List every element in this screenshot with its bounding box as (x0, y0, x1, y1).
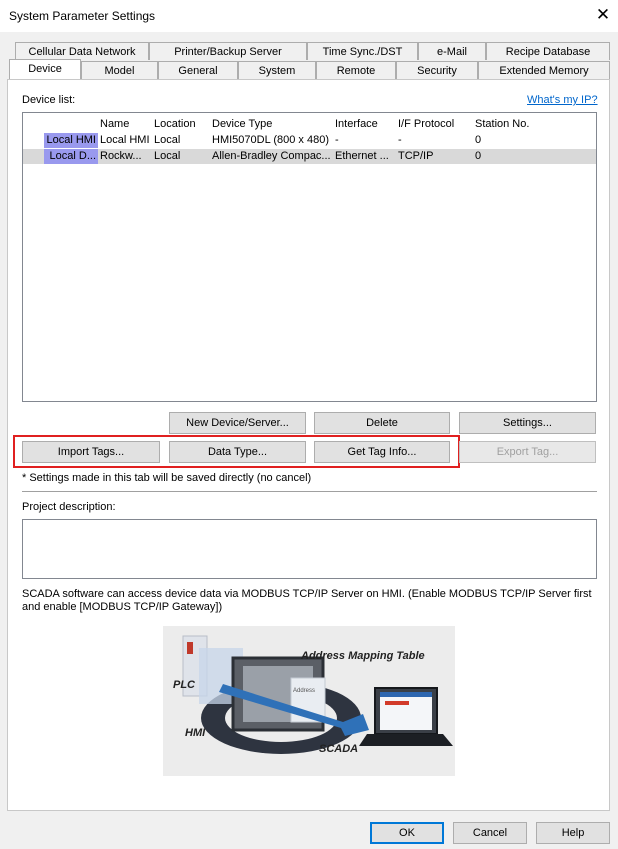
window-title: System Parameter Settings (9, 9, 156, 23)
laptop-display-badge-icon (385, 701, 409, 705)
whats-my-ip-link[interactable]: What's my IP? (527, 94, 598, 106)
modbus-gateway-illustration: Address Mapping Table PLC HMI SCADA Addr… (163, 626, 455, 776)
illus-hmi-label: HMI (185, 727, 206, 739)
tab-model[interactable]: Model (81, 61, 158, 79)
row-header: Local HMI (44, 133, 98, 148)
get-tag-info-button[interactable]: Get Tag Info... (314, 441, 450, 463)
no-cancel-note: * Settings made in this tab will be save… (22, 472, 312, 484)
laptop-display (380, 692, 432, 730)
device-list-header: Name Location Device Type Interface I/F … (23, 117, 596, 132)
column-header-station-no[interactable]: Station No. (475, 117, 529, 132)
column-header-location[interactable]: Location (154, 117, 196, 132)
cell-name: Local HMI (100, 134, 150, 146)
tab-remote[interactable]: Remote (316, 61, 396, 79)
cell-if-protocol: TCP/IP (398, 150, 434, 162)
divider (22, 491, 597, 492)
delete-button[interactable]: Delete (314, 412, 450, 434)
ok-button[interactable]: OK (370, 822, 444, 844)
data-type-button[interactable]: Data Type... (169, 441, 306, 463)
tab-device[interactable]: Device (9, 59, 81, 79)
export-tag-button: Export Tag... (459, 441, 596, 463)
cancel-button[interactable]: Cancel (453, 822, 527, 844)
tab-time-sync-dst[interactable]: Time Sync./DST (307, 42, 418, 60)
tab-email[interactable]: e-Mail (418, 42, 486, 60)
help-button[interactable]: Help (536, 822, 610, 844)
cell-device-type: HMI5070DL (800 x 480) (212, 134, 329, 146)
illustration-graphic: Address Mapping Table PLC HMI SCADA Addr… (173, 635, 453, 755)
column-header-name[interactable]: Name (100, 117, 129, 132)
tab-printer-backup-server[interactable]: Printer/Backup Server (149, 42, 307, 60)
illus-address-mapping-label: Address Mapping Table (300, 650, 425, 662)
cell-station-no: 0 (475, 150, 482, 162)
import-tags-button[interactable]: Import Tags... (22, 441, 160, 463)
device-list-label: Device list: (22, 94, 76, 106)
device-list[interactable]: Name Location Device Type Interface I/F … (22, 112, 597, 402)
settings-button[interactable]: Settings... (459, 412, 596, 434)
cell-location: Local (154, 134, 181, 146)
new-device-server-button[interactable]: New Device/Server... (169, 412, 306, 434)
cell-name: Rockw... (100, 150, 142, 162)
illus-address-badge: Address (293, 688, 315, 694)
tab-extended-memory[interactable]: Extended Memory (478, 61, 610, 79)
cell-interface: - (335, 134, 339, 146)
tab-security[interactable]: Security (396, 61, 478, 79)
title-bar: System Parameter Settings ✕ (0, 0, 618, 32)
scada-info-text: SCADA software can access device data vi… (22, 588, 592, 613)
laptop-base-icon (359, 734, 453, 746)
cell-station-no: 0 (475, 134, 482, 146)
tab-general[interactable]: General (158, 61, 238, 79)
project-description-field[interactable] (22, 519, 597, 579)
device-row[interactable]: Local HMI Local HMI Local HMI5070DL (800… (23, 133, 596, 148)
illus-plc-label: PLC (173, 679, 196, 691)
tab-system[interactable]: System (238, 61, 316, 79)
plc-indicator-icon (187, 642, 193, 654)
cell-device-type: Allen-Bradley Compac... (212, 150, 331, 162)
column-header-if-protocol[interactable]: I/F Protocol (398, 117, 454, 132)
column-header-device-type[interactable]: Device Type (212, 117, 272, 132)
tab-recipe-database[interactable]: Recipe Database (486, 42, 610, 60)
close-icon[interactable]: ✕ (595, 5, 611, 25)
device-row-selected[interactable]: Local D... Rockw... Local Allen-Bradley … (23, 149, 596, 164)
column-header-interface[interactable]: Interface (335, 117, 378, 132)
row-header: Local D... (44, 149, 98, 164)
tab-cellular-data-network[interactable]: Cellular Data Network (15, 42, 149, 60)
cell-if-protocol: - (398, 134, 402, 146)
cell-location: Local (154, 150, 181, 162)
project-description-label: Project description: (22, 501, 116, 513)
cell-interface: Ethernet ... (335, 150, 389, 162)
laptop-display-header (380, 692, 432, 697)
illus-scada-label: SCADA (319, 743, 358, 755)
